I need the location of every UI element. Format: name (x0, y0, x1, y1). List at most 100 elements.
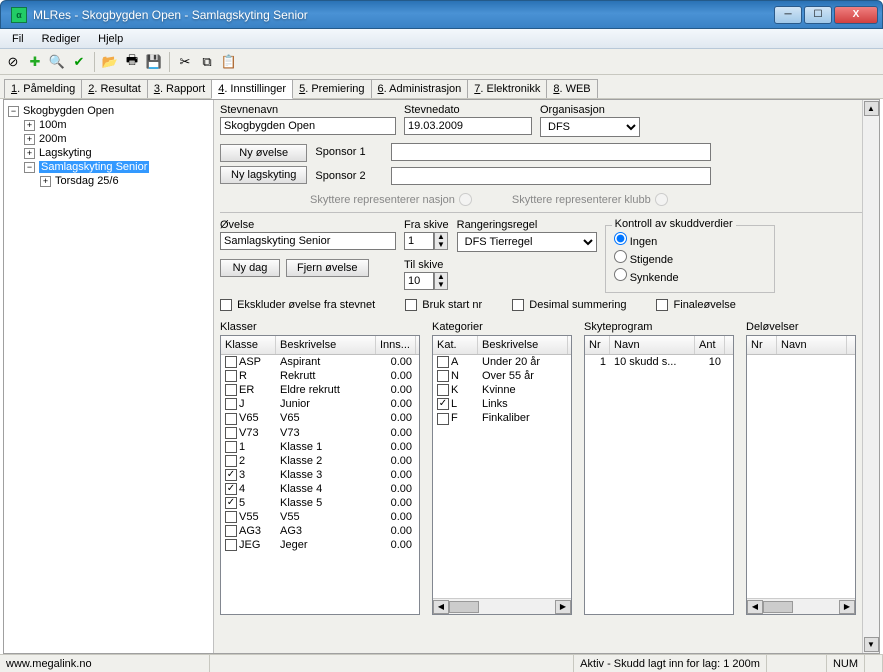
stevnedato-label: Stevnedato (404, 104, 532, 116)
rangering-label: Rangeringsregel (457, 219, 597, 231)
list-row[interactable]: AG3AG30.00 (221, 524, 419, 538)
tab-administrasjon[interactable]: 6. Administrasjon (371, 79, 469, 98)
list-row[interactable]: V65V650.00 (221, 411, 419, 425)
open-icon[interactable]: 📂 (101, 53, 119, 71)
til-skive-label: Til skive (404, 259, 449, 271)
menu-bar: Fil Rediger Hjelp (0, 29, 883, 49)
menu-rediger[interactable]: Rediger (34, 31, 89, 47)
maximize-button[interactable]: ☐ (804, 6, 832, 24)
rangering-select[interactable]: DFS Tierregel (457, 232, 597, 252)
skyteprogram-title: Skyteprogram (584, 321, 734, 333)
list-row[interactable]: 2Klasse 20.00 (221, 454, 419, 468)
main-panel: Stevnenavn Stevnedato Organisasjon DFS N… (214, 100, 879, 653)
list-row[interactable]: 3Klasse 30.00 (221, 468, 419, 482)
tab-web[interactable]: 8. WEB (546, 79, 597, 98)
hscroll[interactable]: ◀▶ (433, 598, 571, 614)
fjern-ovelse-button[interactable]: Fjern øvelse (286, 259, 369, 277)
close-button[interactable]: X (834, 6, 878, 24)
tree-item[interactable]: +Lagskyting (6, 146, 211, 160)
skyteprogram-list[interactable]: NrNavnAnt110 skudd s...10 (584, 335, 734, 615)
list-row[interactable]: 1Klasse 10.00 (221, 440, 419, 454)
kategorier-list[interactable]: Kat.BeskrivelseAUnder 20 årNOver 55 årKK… (432, 335, 572, 615)
list-row[interactable]: FFinkaliber (433, 411, 571, 425)
save-icon[interactable]: 💾 (145, 53, 163, 71)
status-num: NUM (827, 655, 865, 672)
paste-icon[interactable]: 📋 (220, 53, 238, 71)
list-row[interactable]: 5Klasse 50.00 (221, 496, 419, 510)
list-row[interactable]: KKvinne (433, 383, 571, 397)
delovelser-list[interactable]: NrNavn◀▶ (746, 335, 856, 615)
sponsor2-label: Sponsor 2 (315, 170, 385, 182)
list-row[interactable]: JJunior0.00 (221, 397, 419, 411)
ovelse-label: Øvelse (220, 219, 396, 231)
radio-synkende[interactable]: Synkende (614, 268, 766, 284)
list-row[interactable]: V73V730.00 (221, 426, 419, 440)
stevnenavn-input[interactable] (220, 117, 396, 135)
tab-påmelding[interactable]: 1. Påmelding (4, 79, 82, 98)
check-icon[interactable]: ✔ (70, 53, 88, 71)
rep-klubb-radio[interactable]: Skyttere representerer klubb (512, 193, 668, 206)
cut-icon[interactable]: ✂ (176, 53, 194, 71)
kontroll-group-title: Kontroll av skuddverdier (612, 218, 736, 230)
tree-item[interactable]: +100m (6, 118, 211, 132)
list-row[interactable]: EREldre rekrutt0.00 (221, 383, 419, 397)
tab-rapport[interactable]: 3. Rapport (147, 79, 212, 98)
klasser-title: Klasser (220, 321, 420, 333)
organisasjon-select[interactable]: DFS (540, 117, 640, 137)
chk-finale[interactable]: Finaleøvelse (656, 299, 735, 311)
window-titlebar: α MLRes - Skogbygden Open - Samlagskytin… (0, 0, 883, 29)
ny-ovelse-button[interactable]: Ny øvelse (220, 144, 307, 162)
copy-icon[interactable]: ⧉ (198, 53, 216, 71)
list-row[interactable]: 4Klasse 40.00 (221, 482, 419, 496)
list-row[interactable]: V55V550.00 (221, 510, 419, 524)
tab-elektronikk[interactable]: 7. Elektronikk (467, 79, 547, 98)
main-tabs: 1. Påmelding2. Resultat3. Rapport4. Inns… (0, 75, 883, 99)
list-row[interactable]: 110 skudd s...10 (585, 355, 733, 369)
status-msg: Aktiv - Skudd lagt inn for lag: 1 200m (574, 655, 767, 672)
sponsor1-input[interactable] (391, 143, 711, 161)
list-row[interactable]: ASPAspirant0.00 (221, 355, 419, 369)
list-row[interactable]: NOver 55 år (433, 369, 571, 383)
tree-root[interactable]: −Skogbygden Open (6, 104, 211, 118)
chk-ekskluder[interactable]: Ekskluder øvelse fra stevnet (220, 299, 375, 311)
minimize-button[interactable]: ─ (774, 6, 802, 24)
tab-resultat[interactable]: 2. Resultat (81, 79, 148, 98)
ny-dag-button[interactable]: Ny dag (220, 259, 280, 277)
klasser-list[interactable]: KlasseBeskrivelseInns...ASPAspirant0.00R… (220, 335, 420, 615)
ny-lagskyting-button[interactable]: Ny lagskyting (220, 166, 307, 184)
lasso-icon[interactable]: ⊘ (4, 53, 22, 71)
app-icon: α (11, 7, 27, 23)
list-row[interactable]: LLinks (433, 397, 571, 411)
tree-item[interactable]: +200m (6, 132, 211, 146)
main-vscroll[interactable]: ▲▼ (862, 100, 879, 653)
sponsor2-input[interactable] (391, 167, 711, 185)
tree-item-selected[interactable]: −Samlagskyting Senior (6, 160, 211, 174)
toolbar: ⊘ ✚ 🔍 ✔ 📂 🖶 💾 ✂ ⧉ 📋 (0, 49, 883, 75)
window-title: MLRes - Skogbygden Open - Samlagskyting … (33, 8, 774, 22)
fra-skive-spin[interactable]: ▲▼ (404, 232, 449, 250)
list-row[interactable]: JEGJeger0.00 (221, 538, 419, 552)
chk-brukstart[interactable]: Bruk start nr (405, 299, 482, 311)
radio-ingen[interactable]: Ingen (614, 232, 766, 248)
rep-nasjon-radio[interactable]: Skyttere representerer nasjon (310, 193, 472, 206)
ovelse-input[interactable] (220, 232, 396, 250)
menu-hjelp[interactable]: Hjelp (90, 31, 131, 47)
list-row[interactable]: AUnder 20 år (433, 355, 571, 369)
status-bar: www.megalink.no Aktiv - Skudd lagt inn f… (0, 654, 883, 672)
tab-premiering[interactable]: 5. Premiering (292, 79, 371, 98)
zoom-icon[interactable]: 🔍 (48, 53, 66, 71)
chk-desimal[interactable]: Desimal summering (512, 299, 626, 311)
list-row[interactable]: RRekrutt0.00 (221, 369, 419, 383)
toolbar-sep (169, 52, 170, 72)
fra-skive-label: Fra skive (404, 219, 449, 231)
til-skive-spin[interactable]: ▲▼ (404, 272, 449, 290)
radio-stigende[interactable]: Stigende (614, 250, 766, 266)
tree-item[interactable]: +Torsdag 25/6 (6, 174, 211, 188)
add-doc-icon[interactable]: ✚ (26, 53, 44, 71)
print-icon[interactable]: 🖶 (123, 53, 141, 71)
hscroll[interactable]: ◀▶ (747, 598, 855, 614)
menu-fil[interactable]: Fil (4, 31, 32, 47)
tab-innstillinger[interactable]: 4. Innstillinger (211, 79, 293, 99)
tree-view[interactable]: −Skogbygden Open +100m +200m +Lagskyting… (4, 100, 214, 653)
stevnedato-input[interactable] (404, 117, 532, 135)
